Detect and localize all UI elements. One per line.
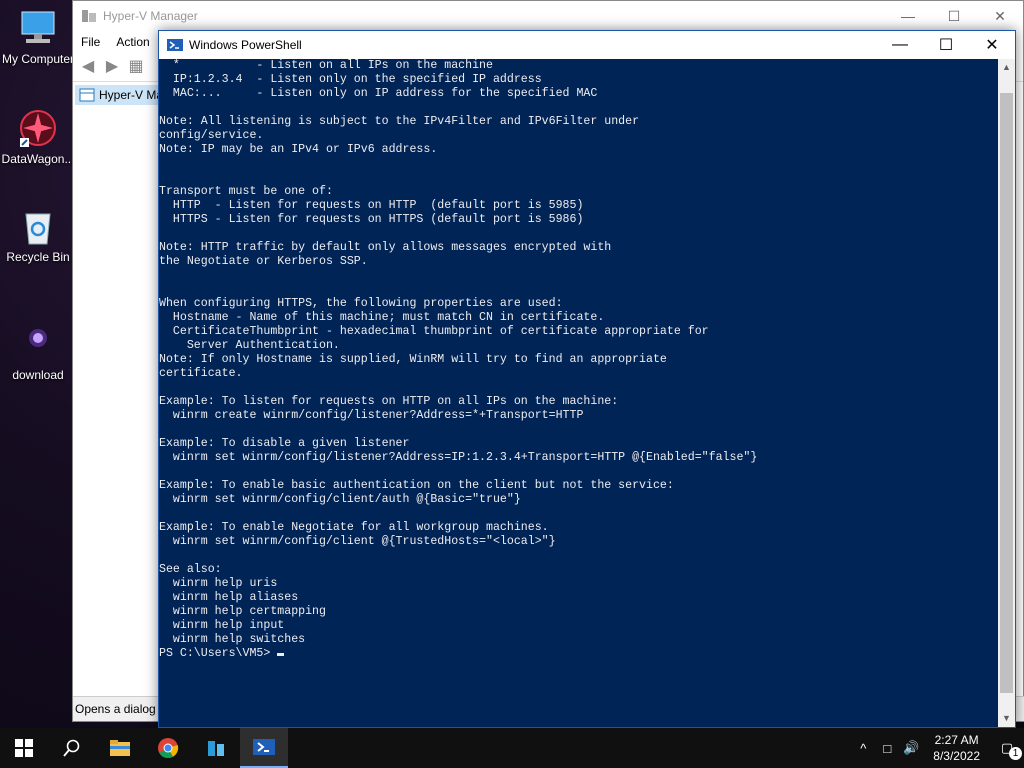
start-button[interactable] bbox=[0, 728, 48, 768]
hyperv-node-icon bbox=[79, 88, 95, 102]
powershell-taskbar-button[interactable] bbox=[240, 728, 288, 768]
menu-file[interactable]: File bbox=[73, 35, 108, 49]
desktop-icon-label: My Computer bbox=[1, 52, 75, 66]
server-manager-icon bbox=[208, 741, 224, 756]
clock-date: 8/3/2022 bbox=[933, 749, 980, 763]
powershell-title: Windows PowerShell bbox=[189, 38, 302, 52]
desktop-icon-my-computer[interactable]: My Computer bbox=[0, 8, 76, 66]
network-icon[interactable]: □ bbox=[875, 741, 899, 756]
scroll-down-arrow-icon[interactable]: ▼ bbox=[998, 710, 1015, 727]
powershell-window[interactable]: Windows PowerShell — ☐ ✕ * - Listen on a… bbox=[158, 30, 1016, 728]
vertical-scrollbar[interactable]: ▲ ▼ bbox=[998, 59, 1015, 727]
folder-icon bbox=[110, 740, 130, 756]
download-icon bbox=[18, 324, 58, 364]
chrome-icon bbox=[158, 738, 179, 759]
maximize-button[interactable]: ☐ bbox=[923, 35, 969, 55]
forward-arrow-icon[interactable]: ▶ bbox=[103, 58, 121, 76]
clock-time: 2:27 AM bbox=[934, 733, 979, 747]
volume-icon[interactable]: 🔊 bbox=[899, 740, 923, 756]
windows-logo-icon bbox=[15, 739, 33, 757]
close-button[interactable]: ✕ bbox=[977, 8, 1023, 25]
hyperv-tree-pane: Hyper-V Ma bbox=[75, 85, 160, 697]
desktop-icon-label: download bbox=[12, 368, 64, 382]
menu-action[interactable]: Action bbox=[108, 35, 157, 49]
system-tray: ^ □ 🔊 2:27 AM 8/3/2022 ▢ 1 bbox=[851, 728, 1024, 768]
desktop-icon-recycle-bin[interactable]: Recycle Bin bbox=[0, 206, 76, 264]
minimize-button[interactable]: — bbox=[885, 8, 931, 24]
datawagon-icon bbox=[18, 108, 58, 148]
taskbar: ^ □ 🔊 2:27 AM 8/3/2022 ▢ 1 bbox=[0, 728, 1024, 768]
maximize-button[interactable]: ☐ bbox=[931, 8, 977, 25]
hyperv-app-icon bbox=[81, 8, 97, 24]
console-area[interactable]: * - Listen on all IPs on the machine IP:… bbox=[159, 59, 999, 727]
close-button[interactable]: ✕ bbox=[969, 35, 1015, 55]
recycle-bin-icon bbox=[18, 206, 58, 246]
show-hidden-icons-chevron-icon[interactable]: ^ bbox=[851, 741, 875, 756]
file-explorer-button[interactable] bbox=[96, 728, 144, 768]
tree-node-hyperv-manager[interactable]: Hyper-V Ma bbox=[75, 85, 159, 105]
desktop-icon-download[interactable]: download bbox=[0, 324, 76, 382]
hyperv-titlebar[interactable]: Hyper-V Manager — ☐ ✕ bbox=[73, 1, 1023, 31]
powershell-icon bbox=[253, 739, 275, 755]
desktop-icon-datawagon[interactable]: DataWagon... bbox=[0, 108, 76, 166]
desktop-icon-label: DataWagon... bbox=[1, 152, 75, 166]
chrome-button[interactable] bbox=[144, 728, 192, 768]
powershell-app-icon bbox=[167, 37, 183, 53]
minimize-button[interactable]: — bbox=[877, 36, 923, 54]
notification-count-badge: 1 bbox=[1009, 747, 1022, 760]
server-manager-button[interactable] bbox=[192, 728, 240, 768]
scrollbar-thumb[interactable] bbox=[1000, 93, 1013, 693]
console-output: * - Listen on all IPs on the machine IP:… bbox=[159, 59, 758, 660]
desktop-icon-label: Recycle Bin bbox=[6, 250, 70, 264]
notifications-button[interactable]: ▢ 1 bbox=[990, 740, 1024, 760]
back-arrow-icon[interactable]: ◀ bbox=[79, 58, 97, 76]
powershell-titlebar[interactable]: Windows PowerShell — ☐ ✕ bbox=[159, 31, 1015, 59]
computer-icon bbox=[18, 8, 58, 48]
tree-node-label: Hyper-V Ma bbox=[99, 88, 159, 102]
clock[interactable]: 2:27 AM 8/3/2022 bbox=[923, 732, 990, 764]
show-hide-tree-icon[interactable]: ▦ bbox=[127, 58, 145, 76]
scroll-up-arrow-icon[interactable]: ▲ bbox=[998, 59, 1015, 76]
search-button[interactable] bbox=[48, 728, 96, 768]
text-cursor bbox=[277, 653, 285, 656]
search-icon bbox=[63, 739, 80, 757]
hyperv-title: Hyper-V Manager bbox=[103, 9, 198, 23]
